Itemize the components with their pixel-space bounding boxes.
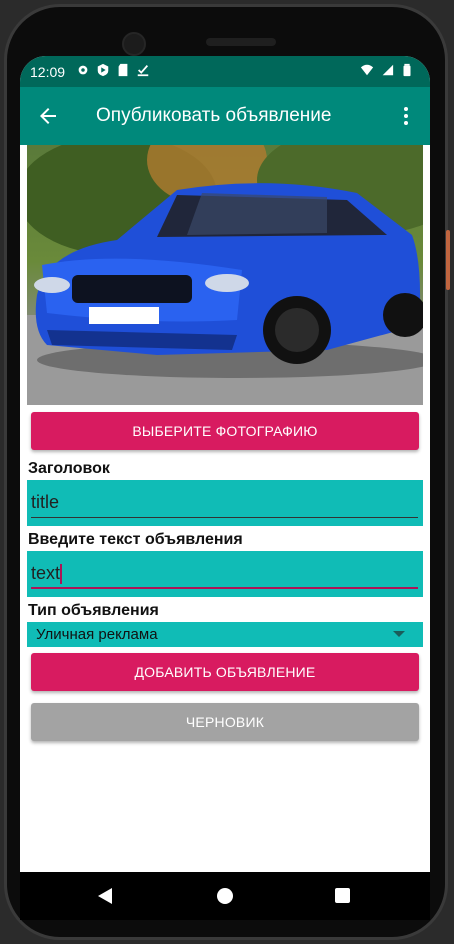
gear-icon (78, 65, 88, 75)
title-underline (31, 517, 418, 518)
choose-photo-button[interactable]: ВЫБЕРИТЕ ФОТОГРАФИЮ (31, 412, 419, 450)
text-input[interactable]: text (31, 563, 417, 585)
app-bar: Опубликовать объявление (20, 87, 430, 145)
text-value: text (31, 563, 61, 583)
cell-signal-icon (382, 64, 394, 76)
ad-type-selected: Уличная реклама (36, 626, 158, 643)
app-screen: 12:09 Опубликовать объявление ВЫБЕРИТЕ Ф… (20, 56, 430, 872)
car-image (34, 183, 423, 378)
ad-photo (27, 145, 423, 405)
title-field[interactable]: title (27, 480, 423, 526)
front-camera (122, 32, 146, 56)
text-underline (31, 587, 418, 589)
nav-recents-icon[interactable] (335, 888, 350, 903)
system-nav-bar (20, 872, 430, 920)
nav-back-icon[interactable] (98, 888, 112, 904)
status-bar: 12:09 (20, 56, 430, 87)
page-title: Опубликовать объявление (96, 105, 332, 126)
wifi-icon (360, 64, 374, 76)
more-vert-icon[interactable] (394, 104, 418, 128)
title-input[interactable]: title (31, 492, 417, 513)
earpiece-speaker (206, 38, 276, 46)
sd-card-icon (118, 63, 128, 77)
dropdown-arrow-icon (393, 631, 405, 637)
status-time: 12:09 (30, 64, 66, 80)
text-cursor (60, 564, 63, 585)
nav-home-icon[interactable] (217, 888, 233, 904)
play-protect-icon (97, 63, 109, 77)
title-label: Заголовок (28, 460, 110, 477)
battery-icon (403, 63, 411, 77)
ad-type-dropdown[interactable]: Уличная реклама (27, 622, 423, 647)
arrow-left-icon[interactable] (36, 104, 60, 128)
download-done-icon (137, 65, 149, 77)
text-label: Введите текст объявления (28, 531, 243, 548)
power-button[interactable] (446, 230, 450, 290)
text-field[interactable]: text (27, 551, 423, 597)
draft-button[interactable]: ЧЕРНОВИК (31, 703, 419, 741)
ad-type-label: Тип объявления (28, 602, 159, 619)
add-ad-button[interactable]: ДОБАВИТЬ ОБЪЯВЛЕНИЕ (31, 653, 419, 691)
